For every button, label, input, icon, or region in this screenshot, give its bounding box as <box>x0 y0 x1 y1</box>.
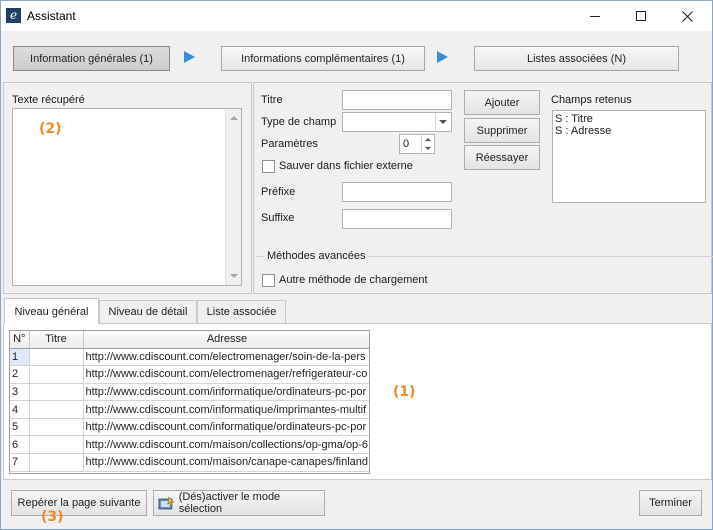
wizard-steps: Information générales (1) Informations c… <box>3 31 712 82</box>
suffixe-input[interactable] <box>342 209 452 229</box>
marker-3: (3) <box>41 509 64 525</box>
app-e-icon: e <box>6 8 21 23</box>
chevron-down-icon <box>439 120 447 124</box>
row-number: 5 <box>10 418 30 437</box>
reperer-page-suivante-button[interactable]: Repérer la page suivante <box>11 490 147 516</box>
methodes-avancees-title: Méthodes avancées <box>264 250 369 262</box>
marker-2: (2) <box>39 121 62 137</box>
row-adresse: http://www.cdiscount.com/informatique/or… <box>83 383 369 402</box>
column-header-numero[interactable]: N° <box>10 331 30 349</box>
tab-liste-associee[interactable]: Liste associée <box>197 300 286 323</box>
prefixe-input[interactable] <box>342 182 452 202</box>
champs-retenus-label: Champs retenus <box>551 94 632 106</box>
row-number: 7 <box>10 453 30 472</box>
row-number: 2 <box>10 365 30 384</box>
tab-niveau-de-detail[interactable]: Niveau de détail <box>99 300 197 323</box>
column-header-titre[interactable]: Titre <box>29 331 84 349</box>
table-row[interactable]: 2 http://www.cdiscount.com/electromenager… <box>10 365 369 384</box>
title-bar: e Assistant <box>1 1 712 31</box>
maximize-button[interactable] <box>618 1 664 31</box>
autre-methode-checkbox[interactable] <box>262 274 275 287</box>
row-titre <box>29 435 84 455</box>
parametres-stepper[interactable]: 0 <box>399 134 435 154</box>
row-titre <box>29 453 84 472</box>
step-informations-complementaires[interactable]: Informations complémentaires (1) <box>221 46 425 71</box>
texte-recupere-panel: Texte récupéré (2) <box>3 82 252 294</box>
dropdown-button[interactable] <box>435 113 451 131</box>
table-row[interactable]: 3 http://www.cdiscount.com/informatique/o… <box>10 383 369 402</box>
close-icon <box>681 10 693 22</box>
reessayer-button[interactable]: Réessayer <box>464 145 540 170</box>
column-header-adresse[interactable]: Adresse <box>83 331 369 349</box>
row-number: 6 <box>10 435 30 455</box>
spin-up-icon <box>425 138 431 141</box>
table-row[interactable]: 7 http://www.cdiscount.com/maison/canape-… <box>10 453 369 472</box>
step-arrow-icon <box>184 51 195 63</box>
spin-down-icon <box>425 147 431 150</box>
texte-recupere-label: Texte récupéré <box>12 94 85 106</box>
row-titre <box>29 365 84 384</box>
row-adresse: http://www.cdiscount.com/electromenager/… <box>83 348 369 367</box>
table-row[interactable]: 6 http://www.cdiscount.com/maison/collect… <box>10 435 369 455</box>
row-titre <box>29 383 84 402</box>
row-number: 4 <box>10 400 30 419</box>
minimize-button[interactable] <box>572 1 618 31</box>
ajouter-button[interactable]: Ajouter <box>464 90 540 115</box>
vertical-scrollbar[interactable] <box>225 109 241 285</box>
suffixe-label: Suffixe <box>261 212 295 224</box>
window-title: Assistant <box>27 9 76 23</box>
table-row[interactable]: 5 http://www.cdiscount.com/informatique/o… <box>10 418 369 437</box>
row-adresse: http://www.cdiscount.com/maison/canape-c… <box>83 453 369 472</box>
parametres-value: 0 <box>403 138 410 150</box>
row-titre <box>29 418 84 437</box>
row-adresse: http://www.cdiscount.com/maison/collecti… <box>83 435 369 455</box>
titre-input[interactable] <box>342 90 452 110</box>
spin-buttons[interactable] <box>421 135 434 153</box>
type-de-champ-select[interactable] <box>342 112 452 132</box>
row-number: 1 <box>10 348 30 367</box>
scroll-down-icon[interactable] <box>230 274 238 278</box>
row-adresse: http://www.cdiscount.com/electromenager/… <box>83 365 369 384</box>
methodes-avancees-group: Méthodes avancées Autre méthode de charg… <box>256 250 713 294</box>
titre-label: Titre <box>261 94 283 106</box>
step-listes-associees[interactable]: Listes associées (N) <box>474 46 679 71</box>
prefixe-label: Préfixe <box>261 186 296 198</box>
tab-niveau-general[interactable]: Niveau général <box>4 298 99 324</box>
table-row[interactable]: 1 http://www.cdiscount.com/electromenager… <box>10 348 369 367</box>
champ-form-panel: Titre Type de champ Paramètres 0 Sauver … <box>253 82 713 294</box>
sauver-label: Sauver dans fichier externe <box>279 160 413 172</box>
list-item[interactable]: S : Adresse <box>555 125 611 137</box>
list-item[interactable]: S : Titre <box>555 113 593 125</box>
terminer-button[interactable]: Terminer <box>639 490 702 516</box>
row-titre <box>29 348 84 367</box>
autre-methode-label: Autre méthode de chargement <box>279 274 428 286</box>
activer-mode-selection-button[interactable]: (Dés)activer le mode sélection <box>153 490 325 516</box>
selection-mode-icon <box>158 495 175 509</box>
step-information-generales[interactable]: Information générales (1) <box>13 46 170 71</box>
results-grid[interactable]: N° Titre Adresse 1 http://www.cdiscount.c… <box>9 330 370 474</box>
row-titre <box>29 400 84 419</box>
footer-bar: Repérer la page suivante (Dés)activer le… <box>3 482 712 529</box>
row-adresse: http://www.cdiscount.com/informatique/or… <box>83 418 369 437</box>
row-number: 3 <box>10 383 30 402</box>
activer-mode-selection-label: (Dés)activer le mode sélection <box>178 491 281 515</box>
step-arrow-icon <box>437 51 448 63</box>
marker-1: (1) <box>393 384 416 400</box>
scroll-up-icon[interactable] <box>230 116 238 120</box>
type-de-champ-label: Type de champ <box>261 116 337 128</box>
assistant-window: e Assistant Information générales (1) In… <box>0 0 713 530</box>
close-button[interactable] <box>664 1 710 31</box>
champs-retenus-list[interactable]: S : Titre S : Adresse <box>552 110 706 203</box>
parametres-label: Paramètres <box>261 138 318 150</box>
sauver-checkbox[interactable] <box>262 160 275 173</box>
row-adresse: http://www.cdiscount.com/informatique/im… <box>83 400 369 419</box>
minimize-icon <box>590 15 600 17</box>
table-row[interactable]: 4 http://www.cdiscount.com/informatique/i… <box>10 400 369 419</box>
maximize-icon <box>636 11 646 21</box>
supprimer-button[interactable]: Supprimer <box>464 118 540 143</box>
